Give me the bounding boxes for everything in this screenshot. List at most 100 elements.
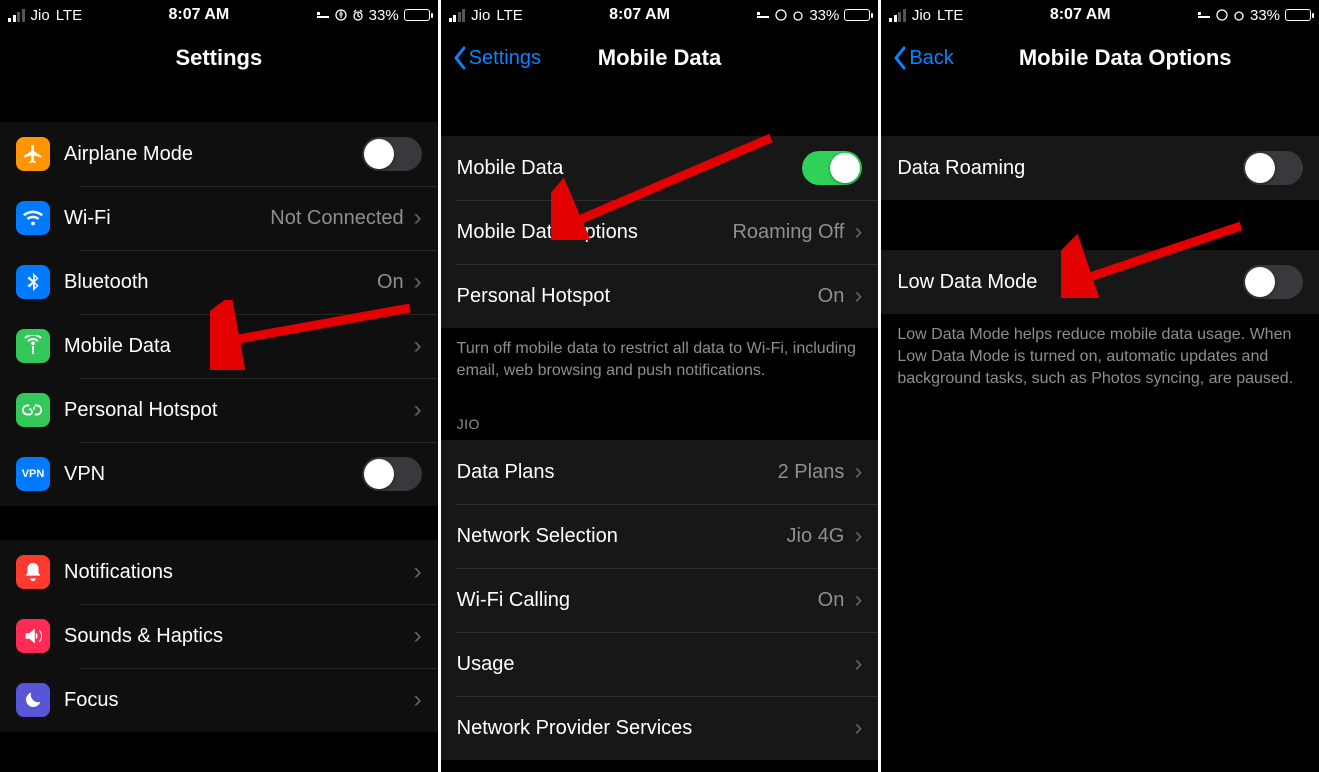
chevron-right-icon: › bbox=[414, 396, 422, 424]
chevron-right-icon: › bbox=[854, 522, 862, 550]
switch-mobile-data[interactable] bbox=[802, 151, 862, 185]
switch-airplane[interactable] bbox=[362, 137, 422, 171]
back-label: Settings bbox=[469, 47, 541, 70]
row-data-plans[interactable]: Data Plans 2 Plans › bbox=[441, 440, 879, 504]
row-network-selection[interactable]: Network Selection Jio 4G › bbox=[441, 504, 879, 568]
bed-icon bbox=[756, 9, 770, 21]
value-options: Roaming Off bbox=[732, 221, 844, 244]
network-label: LTE bbox=[56, 7, 82, 24]
carrier-label: Jio bbox=[471, 7, 490, 24]
back-button[interactable]: Back bbox=[893, 46, 953, 70]
row-personal-hotspot[interactable]: Personal Hotspot › bbox=[0, 378, 438, 442]
row-mobile-data[interactable]: Mobile Data › bbox=[0, 314, 438, 378]
screen-mobile-data: Jio LTE 8:07 AM 33% Settings Mobile Data… bbox=[441, 0, 879, 772]
label-mobile-data: Mobile Data bbox=[457, 157, 803, 180]
value-hotspot: On bbox=[818, 285, 845, 308]
alarm-icon bbox=[792, 9, 804, 21]
location-icon bbox=[335, 9, 347, 21]
page-title: Settings bbox=[0, 45, 438, 71]
moon-icon bbox=[16, 683, 50, 717]
section-header-jio: JIO bbox=[441, 400, 879, 440]
row-airplane-mode[interactable]: Airplane Mode bbox=[0, 122, 438, 186]
status-bar: Jio LTE 8:07 AM 33% bbox=[881, 0, 1319, 28]
label-notifications: Notifications bbox=[64, 561, 410, 584]
antenna-icon bbox=[16, 329, 50, 363]
row-focus[interactable]: Focus › bbox=[0, 668, 438, 732]
chevron-right-icon: › bbox=[854, 458, 862, 486]
chevron-right-icon: › bbox=[414, 204, 422, 232]
label-sounds: Sounds & Haptics bbox=[64, 625, 410, 648]
bluetooth-icon bbox=[16, 265, 50, 299]
label-vpn: VPN bbox=[64, 463, 362, 486]
status-time: 8:07 AM bbox=[1050, 6, 1111, 24]
label-hotspot: Personal Hotspot bbox=[64, 399, 410, 422]
status-time: 8:07 AM bbox=[609, 6, 670, 24]
row-low-data-mode[interactable]: Low Data Mode bbox=[881, 250, 1319, 314]
label-wifi-calling: Wi-Fi Calling bbox=[457, 589, 818, 612]
row-sounds[interactable]: Sounds & Haptics › bbox=[0, 604, 438, 668]
chevron-right-icon: › bbox=[854, 586, 862, 614]
location-icon bbox=[1216, 9, 1228, 21]
battery-percent: 33% bbox=[1250, 7, 1280, 24]
chevron-left-icon bbox=[453, 46, 467, 70]
speaker-icon bbox=[16, 619, 50, 653]
network-label: LTE bbox=[937, 7, 963, 24]
label-bluetooth: Bluetooth bbox=[64, 271, 377, 294]
network-label: LTE bbox=[496, 7, 522, 24]
switch-roaming[interactable] bbox=[1243, 151, 1303, 185]
vpn-icon: VPN bbox=[16, 457, 50, 491]
chevron-right-icon: › bbox=[854, 650, 862, 678]
status-bar: Jio LTE 8:07 AM 33% bbox=[0, 0, 438, 28]
label-airplane: Airplane Mode bbox=[64, 143, 362, 166]
alarm-icon bbox=[1233, 9, 1245, 21]
chevron-right-icon: › bbox=[854, 282, 862, 310]
carrier-label: Jio bbox=[31, 7, 50, 24]
chevron-right-icon: › bbox=[854, 714, 862, 742]
battery-percent: 33% bbox=[809, 7, 839, 24]
screen-settings: Jio LTE 8:07 AM 33% Settings Airplane Mo… bbox=[0, 0, 438, 772]
value-plans: 2 Plans bbox=[778, 461, 845, 484]
signal-icon bbox=[8, 9, 25, 22]
row-wifi-calling[interactable]: Wi-Fi Calling On › bbox=[441, 568, 879, 632]
row-data-roaming[interactable]: Data Roaming bbox=[881, 136, 1319, 200]
bell-icon bbox=[16, 555, 50, 589]
value-network: Jio 4G bbox=[787, 525, 845, 548]
alarm-icon bbox=[352, 9, 364, 21]
row-mobile-data-toggle[interactable]: Mobile Data bbox=[441, 136, 879, 200]
chevron-right-icon: › bbox=[414, 558, 422, 586]
label-low-data: Low Data Mode bbox=[897, 271, 1243, 294]
bed-icon bbox=[316, 9, 330, 21]
label-options: Mobile Data Options bbox=[457, 221, 733, 244]
row-bluetooth[interactable]: Bluetooth On › bbox=[0, 250, 438, 314]
row-hotspot[interactable]: Personal Hotspot On › bbox=[441, 264, 879, 328]
value-wifi-calling: On bbox=[818, 589, 845, 612]
switch-low-data[interactable] bbox=[1243, 265, 1303, 299]
row-wifi[interactable]: Wi-Fi Not Connected › bbox=[0, 186, 438, 250]
nav-bar: Settings bbox=[0, 28, 438, 88]
label-mobile-data: Mobile Data bbox=[64, 335, 410, 358]
label-usage: Usage bbox=[457, 653, 851, 676]
battery-icon bbox=[404, 9, 430, 21]
chevron-left-icon bbox=[893, 46, 907, 70]
location-icon bbox=[775, 9, 787, 21]
footer-text-mobile-data: Turn off mobile data to restrict all dat… bbox=[441, 328, 879, 400]
row-provider-services[interactable]: Network Provider Services › bbox=[441, 696, 879, 760]
back-label: Back bbox=[909, 47, 953, 70]
footer-low-data: Low Data Mode helps reduce mobile data u… bbox=[881, 314, 1319, 408]
status-time: 8:07 AM bbox=[168, 6, 229, 24]
row-usage[interactable]: Usage › bbox=[441, 632, 879, 696]
row-notifications[interactable]: Notifications › bbox=[0, 540, 438, 604]
back-button[interactable]: Settings bbox=[453, 46, 541, 70]
battery-icon bbox=[1285, 9, 1311, 21]
label-focus: Focus bbox=[64, 689, 410, 712]
label-provider: Network Provider Services bbox=[457, 717, 851, 740]
label-roaming: Data Roaming bbox=[897, 157, 1243, 180]
switch-vpn[interactable] bbox=[362, 457, 422, 491]
row-vpn[interactable]: VPN VPN bbox=[0, 442, 438, 506]
row-mobile-data-options[interactable]: Mobile Data Options Roaming Off › bbox=[441, 200, 879, 264]
screen-mobile-data-options: Jio LTE 8:07 AM 33% Back Mobile Data Opt… bbox=[881, 0, 1319, 772]
label-plans: Data Plans bbox=[457, 461, 778, 484]
nav-bar: Back Mobile Data Options bbox=[881, 28, 1319, 88]
wifi-icon bbox=[16, 201, 50, 235]
battery-icon bbox=[844, 9, 870, 21]
